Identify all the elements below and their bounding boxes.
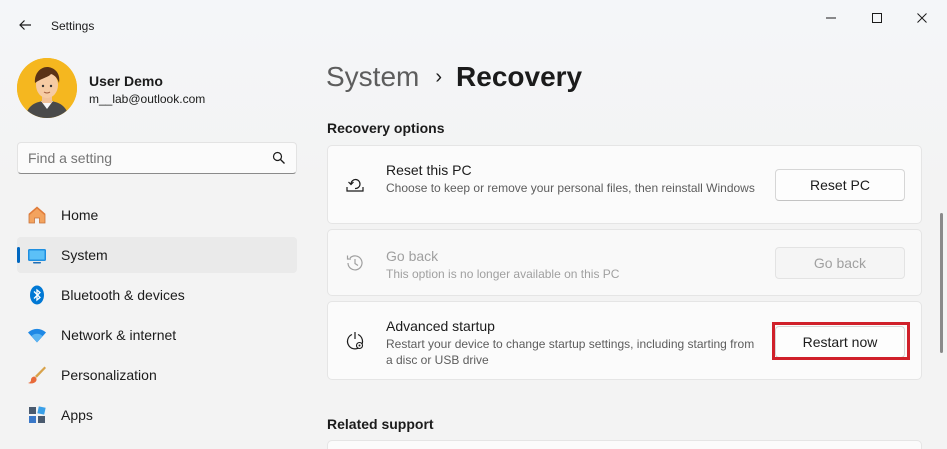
card-title: Advanced startup [386, 318, 495, 334]
back-arrow-icon [19, 20, 31, 30]
reset-pc-icon [346, 178, 364, 192]
scrollbar[interactable] [940, 213, 943, 353]
page-title: Recovery [456, 61, 583, 92]
card-description: Choose to keep or remove your personal f… [386, 181, 755, 195]
user-avatar-icon [17, 58, 77, 118]
reset-pc-button[interactable]: Reset PC [775, 169, 905, 201]
search-icon[interactable] [272, 151, 286, 165]
user-email: m__lab@outlook.com [89, 92, 206, 106]
nav-label: Home [61, 207, 99, 223]
apps-icon [29, 406, 46, 423]
system-icon [28, 249, 46, 264]
settings-window: Settings User Demo m__lab@outlook.com Fi… [0, 0, 947, 449]
app-title: Settings [51, 19, 95, 33]
advanced-startup-icon [346, 332, 364, 350]
nav-item-bluetooth[interactable]: Bluetooth & devices [17, 277, 297, 313]
active-indicator [17, 247, 20, 263]
breadcrumb-separator: › [435, 65, 443, 88]
highlight-annotation [772, 322, 910, 360]
nav-label: Bluetooth & devices [61, 287, 185, 303]
search-box[interactable] [17, 142, 297, 174]
breadcrumb: System › Recovery [326, 60, 582, 94]
close-icon [917, 13, 927, 23]
card-title: Go back [386, 248, 439, 264]
go-back-card: Go back This option is no longer availab… [327, 229, 922, 296]
nav-label: Network & internet [61, 327, 177, 343]
maximize-button[interactable] [862, 8, 892, 28]
nav-item-apps[interactable]: Apps [17, 397, 297, 433]
nav-label: Personalization [61, 367, 157, 383]
back-button[interactable] [12, 12, 38, 38]
nav-item-personalization[interactable]: Personalization [17, 357, 297, 393]
personalization-icon [28, 366, 46, 384]
nav-item-system[interactable]: System [17, 237, 297, 273]
go-back-button[interactable]: Go back [775, 247, 905, 279]
section-title-related-support: Related support [327, 416, 434, 432]
card-description: This option is no longer available on th… [386, 267, 620, 281]
minimize-icon [826, 17, 836, 19]
reset-pc-card: Reset this PC Choose to keep or remove y… [327, 145, 922, 224]
nav-label: System [61, 247, 108, 263]
title-bar: Settings [0, 0, 947, 50]
related-support-card[interactable] [327, 440, 922, 449]
breadcrumb-parent[interactable]: System [326, 61, 419, 93]
network-icon [28, 328, 46, 343]
close-button[interactable] [907, 8, 937, 28]
nav-item-home[interactable]: Home [17, 197, 297, 233]
maximize-icon [872, 13, 882, 23]
card-title: Reset this PC [386, 162, 472, 178]
card-description: Restart your device to change startup se… [386, 337, 755, 367]
history-icon [346, 255, 363, 271]
avatar[interactable] [17, 58, 77, 118]
bluetooth-icon [30, 285, 44, 305]
nav-label: Apps [61, 407, 93, 423]
home-icon [28, 206, 46, 224]
section-title-recovery-options: Recovery options [327, 120, 445, 136]
user-name: User Demo [89, 73, 163, 89]
search-input[interactable] [28, 150, 268, 166]
minimize-button[interactable] [816, 8, 846, 28]
nav-item-network[interactable]: Network & internet [17, 317, 297, 353]
